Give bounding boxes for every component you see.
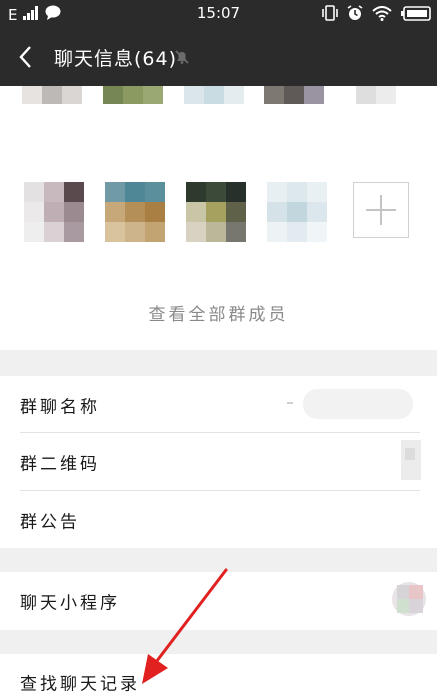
member-avatar[interactable] [22,86,84,126]
member-avatar[interactable] [24,182,86,244]
search-chat-history-label: 查找聊天记录 [20,674,140,695]
status-bar-right [322,5,431,25]
mini-program-thumbnail [389,579,429,623]
section-divider [0,548,437,572]
qr-code-icon [399,438,423,486]
plus-icon [366,195,396,225]
member-avatar[interactable] [105,182,167,244]
status-bar: E 15:07 [0,0,437,28]
section-divider [0,630,437,654]
member-avatar[interactable] [184,86,246,126]
title-bar: 聊天信息(64) [0,28,437,86]
vibrate-icon [322,5,338,25]
member-avatar[interactable] [186,182,248,244]
group-qr-code-label: 群二维码 [20,454,100,475]
member-avatar[interactable] [267,182,329,244]
wifi-icon [372,5,392,25]
group-name-label: 群聊名称 [20,397,100,417]
group-announcement-label: 群公告 [20,512,80,532]
view-all-members-link[interactable]: 查看全部群成员 [0,300,437,325]
section-divider [0,350,437,376]
member-avatar[interactable] [103,86,165,126]
group-name-row[interactable]: 群聊名称 [0,376,437,433]
member-grid: 查看全部群成员 [0,86,437,350]
chat-mini-programs-label: 聊天小程序 [20,593,120,614]
member-avatar[interactable] [346,86,408,126]
chat-mini-programs-row[interactable]: 聊天小程序 [0,572,437,630]
search-chat-history-row[interactable]: 查找聊天记录 [0,654,437,700]
chevron-left-icon[interactable] [14,42,40,72]
group-name-value [283,383,423,427]
page-title: 聊天信息(64) [54,48,178,70]
alarm-icon [347,5,363,25]
group-qr-code-row[interactable]: 群二维码 [0,433,437,491]
battery-icon [401,5,431,25]
member-avatar[interactable] [264,86,326,126]
add-member-button[interactable] [353,182,409,238]
muted-bell-icon [174,49,190,69]
group-announcement-row[interactable]: 群公告 [0,491,437,548]
